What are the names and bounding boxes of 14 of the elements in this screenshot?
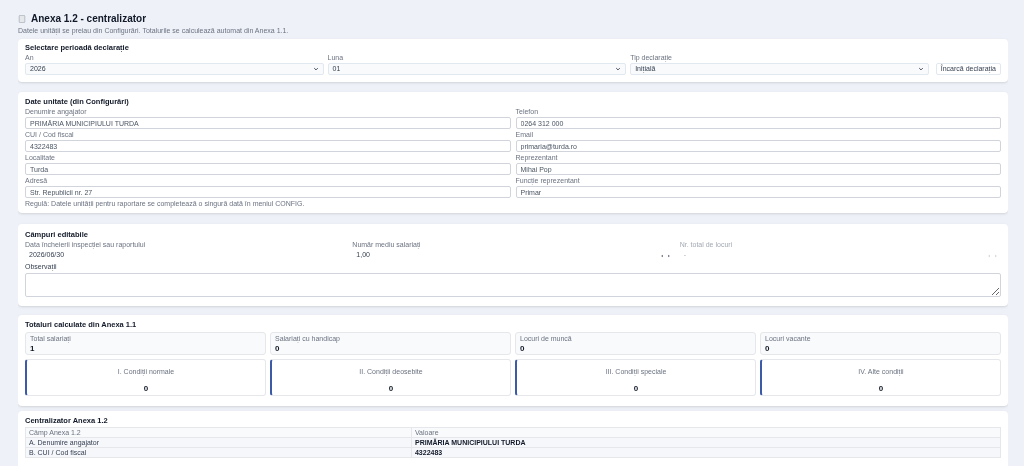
document-icon (18, 15, 26, 23)
page-title: Anexa 1.2 - centralizator (31, 13, 147, 25)
chevron-down-icon (312, 66, 319, 72)
condition-value: 0 (878, 383, 884, 395)
stat-value: 0 (275, 344, 281, 354)
stat-value: 1 (30, 344, 36, 354)
condition-value: 0 (143, 383, 149, 395)
chevron-down-icon (917, 66, 924, 72)
notes-textarea[interactable] (25, 273, 1001, 297)
stat-value: 0 (520, 344, 526, 354)
condition-value: 0 (633, 383, 639, 395)
condition-value: 0 (388, 383, 394, 395)
chevron-down-icon (615, 66, 622, 72)
stat-value: 0 (765, 344, 771, 354)
